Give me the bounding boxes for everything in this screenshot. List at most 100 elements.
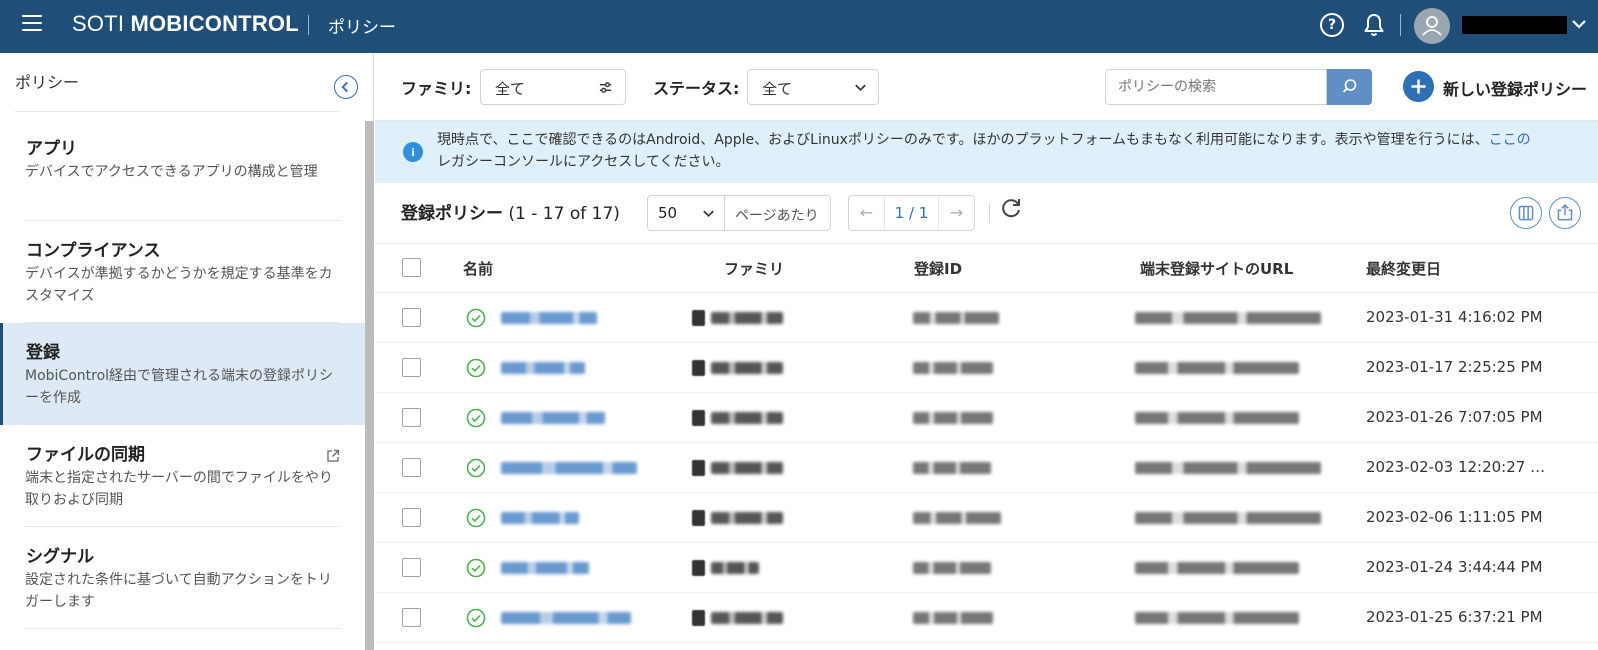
enrollment-id-redacted bbox=[913, 562, 991, 574]
new-enrollment-policy-button[interactable]: 新しい登録ポリシー bbox=[1403, 69, 1593, 105]
policy-name-redacted[interactable] bbox=[501, 412, 605, 424]
status-filter-select[interactable]: 全て bbox=[747, 69, 879, 105]
refresh-icon[interactable] bbox=[998, 195, 1024, 221]
avatar[interactable] bbox=[1414, 8, 1450, 44]
last-modified-date: 2023-01-25 6:37:21 PM bbox=[1366, 608, 1543, 626]
status-ok-icon bbox=[466, 358, 486, 378]
status-ok-icon bbox=[466, 558, 486, 578]
column-header-name[interactable]: 名前 bbox=[463, 258, 493, 279]
row-checkbox[interactable] bbox=[402, 508, 421, 527]
bell-icon[interactable] bbox=[1362, 12, 1386, 38]
plus-icon bbox=[1403, 71, 1434, 102]
table-row[interactable]: 2023-02-06 1:11:05 PM bbox=[375, 493, 1598, 543]
status-filter-value: 全て bbox=[762, 80, 793, 98]
status-ok-icon bbox=[466, 308, 486, 328]
banner-text-part2: レガシーコンソールにアクセスしてください。 bbox=[437, 154, 730, 170]
hamburger-menu-icon[interactable] bbox=[22, 15, 42, 33]
enrollment-id-redacted bbox=[913, 362, 993, 374]
search-icon[interactable] bbox=[1327, 69, 1372, 105]
row-checkbox[interactable] bbox=[402, 608, 421, 627]
banner-text-part1: 現時点で、ここで確認できるのはAndroid、Apple、およびLinuxポリシ… bbox=[437, 132, 1489, 148]
export-icon[interactable] bbox=[1549, 197, 1581, 229]
row-checkbox[interactable] bbox=[402, 558, 421, 577]
column-header-enrollment-id[interactable]: 登録ID bbox=[914, 258, 962, 279]
enrollment-id-redacted bbox=[913, 462, 991, 474]
column-header-url[interactable]: 端末登録サイトのURL bbox=[1140, 258, 1293, 279]
family-redacted bbox=[711, 462, 783, 474]
family-redacted bbox=[711, 512, 783, 524]
policy-name-redacted[interactable] bbox=[501, 462, 637, 474]
platform-icon bbox=[692, 510, 705, 526]
column-header-family[interactable]: ファミリ bbox=[724, 258, 784, 279]
chevron-down-icon[interactable] bbox=[1570, 14, 1588, 34]
last-modified-date: 2023-01-17 2:25:25 PM bbox=[1366, 358, 1543, 376]
sidebar-title: ポリシー bbox=[15, 73, 80, 92]
sidebar-item-divider bbox=[25, 628, 340, 629]
url-redacted bbox=[1135, 562, 1299, 574]
column-header-last-modified[interactable]: 最終変更日 bbox=[1366, 258, 1441, 279]
policy-name-redacted[interactable] bbox=[501, 512, 579, 524]
info-banner: i 現時点で、ここで確認できるのはAndroid、Apple、およびLinuxポ… bbox=[375, 121, 1598, 183]
sidebar-item-enrollment[interactable]: 登録 MobiControl経由で管理される端末の登録ポリシーを作成 bbox=[0, 323, 365, 425]
sidebar-item-file-sync[interactable]: ファイルの同期 端末と指定されたサーバーの間でファイルをやり取りおよび同期 bbox=[0, 425, 365, 527]
family-redacted bbox=[711, 412, 783, 424]
per-page-select[interactable]: 50 bbox=[647, 195, 725, 231]
brand-light-text: SOTI bbox=[72, 11, 131, 36]
legacy-console-link[interactable]: ここの bbox=[1489, 132, 1531, 148]
sidebar: ポリシー アプリ デバイスでアクセスできるアプリの構成と管理 コンプライアンス … bbox=[0, 53, 374, 650]
row-checkbox[interactable] bbox=[402, 458, 421, 477]
list-header: 登録ポリシー (1 - 17 of 17) 50 ページあたり ← 1 / 1 … bbox=[375, 183, 1598, 243]
collapse-sidebar-icon[interactable] bbox=[334, 75, 358, 99]
family-filter-select[interactable]: 全て bbox=[480, 69, 626, 105]
sidebar-item-compliance[interactable]: コンプライアンス デバイスが準拠するかどうかを規定する基準をカスタマイズ bbox=[0, 221, 365, 323]
row-checkbox[interactable] bbox=[402, 308, 421, 327]
info-banner-text: 現時点で、ここで確認できるのはAndroid、Apple、およびLinuxポリシ… bbox=[437, 129, 1587, 173]
chevron-down-icon bbox=[703, 210, 714, 218]
status-ok-icon bbox=[466, 458, 486, 478]
policy-name-redacted[interactable] bbox=[501, 362, 585, 374]
table-row[interactable]: 2023-02-03 12:20:27 … bbox=[375, 443, 1598, 493]
sidebar-item-signals[interactable]: シグナル 設定された条件に基づいて自動アクションをトリガーします bbox=[0, 527, 365, 629]
family-redacted bbox=[711, 312, 783, 324]
sidebar-item-title: アプリ bbox=[26, 139, 77, 159]
enrollment-id-redacted bbox=[913, 312, 999, 324]
last-modified-date: 2023-02-06 1:11:05 PM bbox=[1366, 508, 1543, 526]
sidebar-scrollbar[interactable] bbox=[365, 121, 374, 650]
policy-name-redacted[interactable] bbox=[501, 612, 631, 624]
sidebar-item-apps[interactable]: アプリ デバイスでアクセスできるアプリの構成と管理 bbox=[0, 119, 365, 221]
columns-icon[interactable] bbox=[1510, 197, 1542, 229]
sidebar-item-title: ファイルの同期 bbox=[26, 445, 145, 465]
sidebar-item-desc: デバイスが準拠するかどうかを規定する基準をカスタマイズ bbox=[25, 266, 333, 304]
filter-toolbar: ファミリ: 全て ステータス: 全て 新しい登録ポリシー bbox=[375, 53, 1598, 121]
list-title: 登録ポリシー (1 - 17 of 17) bbox=[401, 199, 620, 224]
family-filter-value: 全て bbox=[495, 80, 526, 98]
table-row[interactable]: 2023-01-26 7:07:05 PM bbox=[375, 393, 1598, 443]
platform-icon bbox=[692, 460, 705, 476]
policy-search-input[interactable] bbox=[1105, 69, 1327, 105]
sidebar-item-title: コンプライアンス bbox=[26, 241, 161, 261]
table-row[interactable]: 2023-01-31 4:16:02 PM bbox=[375, 293, 1598, 343]
row-checkbox[interactable] bbox=[402, 358, 421, 377]
enrollment-id-redacted bbox=[913, 512, 1001, 524]
help-icon[interactable]: ? bbox=[1320, 13, 1344, 37]
select-all-checkbox[interactable] bbox=[402, 258, 421, 277]
table-row[interactable]: 2023-01-17 2:25:25 PM bbox=[375, 343, 1598, 393]
table-row[interactable]: 2023-01-24 3:44:44 PM bbox=[375, 543, 1598, 593]
sidebar-divider bbox=[15, 111, 340, 112]
last-modified-date: 2023-02-03 12:20:27 … bbox=[1366, 458, 1546, 476]
family-redacted bbox=[711, 612, 783, 624]
table-row[interactable]: 2023-01-25 6:37:21 PM bbox=[375, 593, 1598, 643]
platform-icon bbox=[692, 410, 705, 426]
brand-separator bbox=[308, 15, 309, 35]
policy-name-redacted[interactable] bbox=[501, 562, 589, 574]
last-modified-date: 2023-01-24 3:44:44 PM bbox=[1366, 558, 1543, 576]
row-checkbox[interactable] bbox=[402, 408, 421, 427]
policy-name-redacted[interactable] bbox=[501, 312, 597, 324]
url-redacted bbox=[1135, 462, 1321, 474]
info-icon: i bbox=[403, 142, 423, 162]
page-title: ポリシー bbox=[328, 18, 396, 38]
username-redacted[interactable] bbox=[1462, 16, 1567, 34]
next-page-arrow-icon[interactable]: → bbox=[938, 196, 974, 230]
url-redacted bbox=[1135, 512, 1321, 524]
prev-page-arrow-icon[interactable]: ← bbox=[849, 196, 885, 230]
